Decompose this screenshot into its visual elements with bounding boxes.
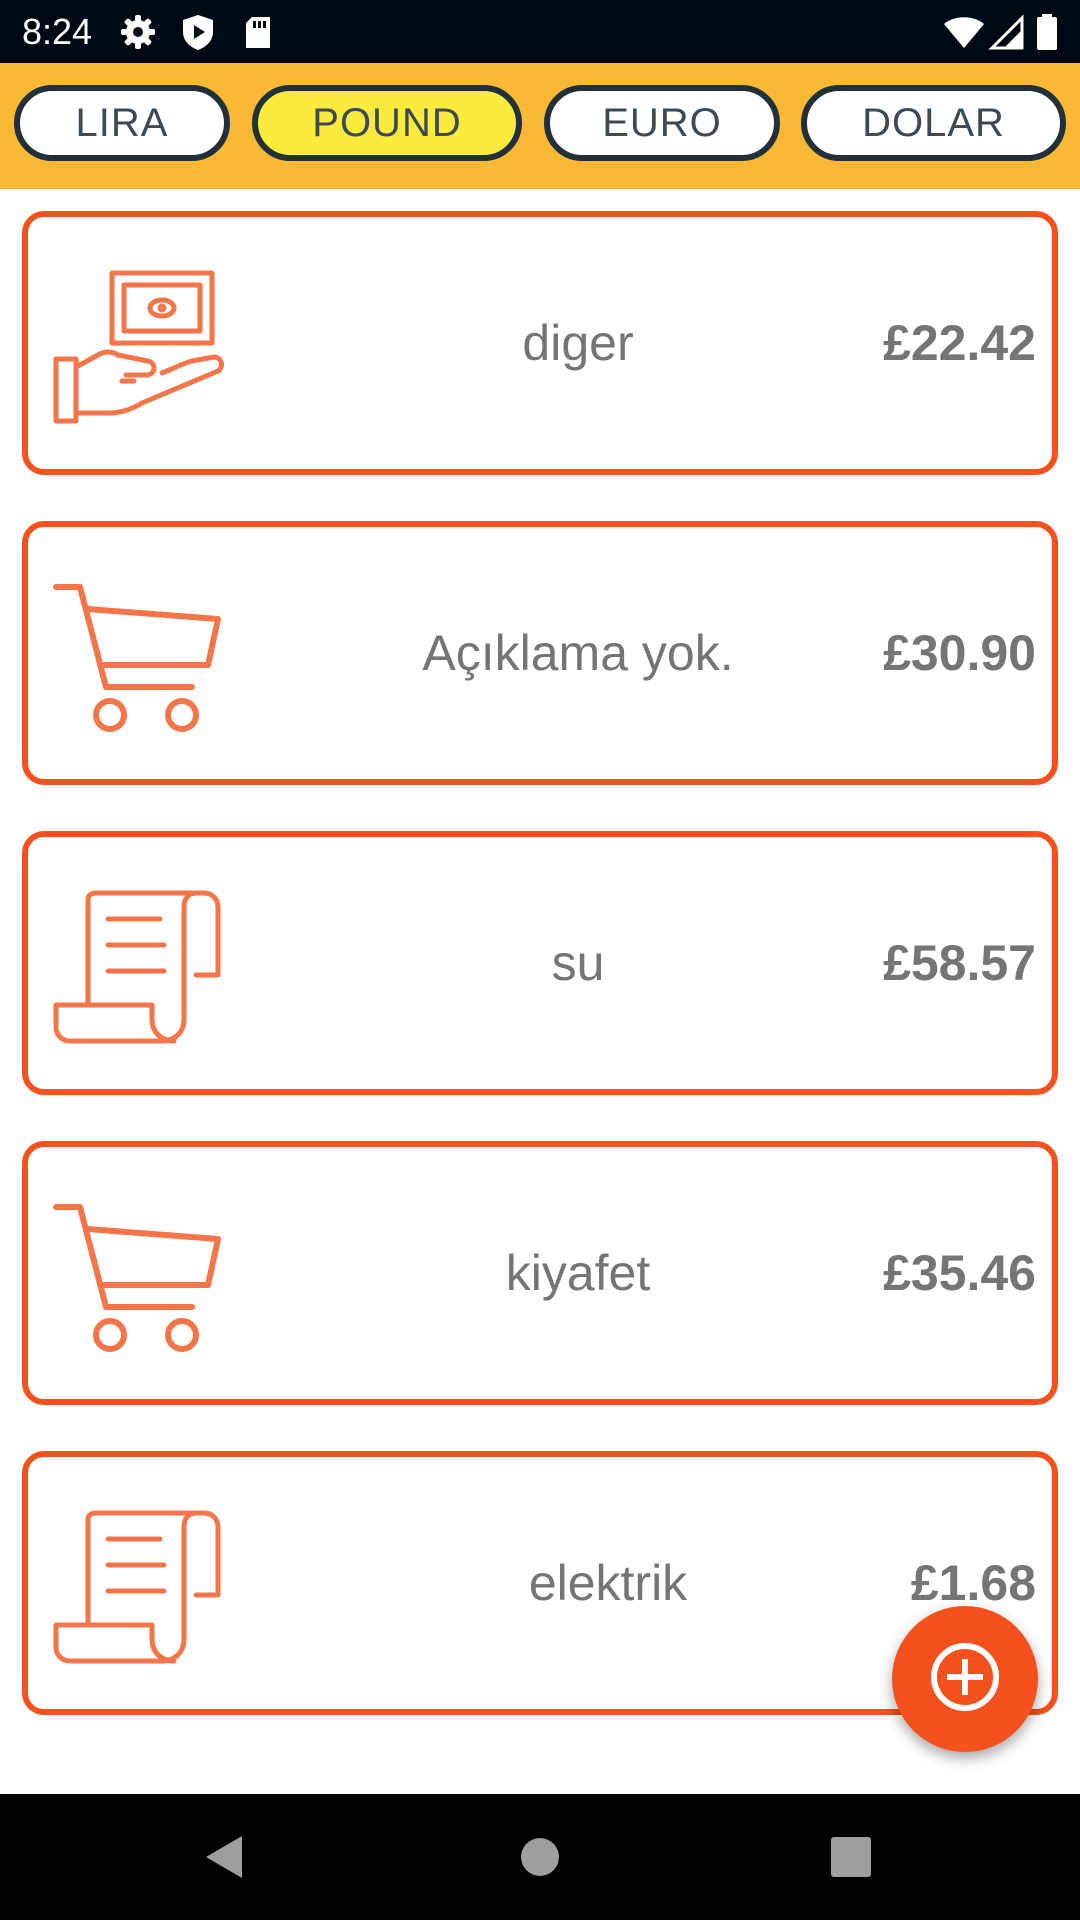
money-hand-icon (52, 269, 228, 425)
receipt-icon (52, 889, 228, 1045)
expense-amount: £35.46 (883, 1245, 1036, 1301)
expense-amount: £58.57 (883, 935, 1036, 991)
expense-amount: £30.90 (883, 625, 1036, 681)
wifi-icon (942, 12, 986, 52)
expense-amount: £22.42 (883, 315, 1036, 371)
navigation-bar (0, 1794, 1080, 1920)
shopping-cart-icon (52, 579, 228, 735)
expense-item[interactable]: diger £22.42 (22, 211, 1058, 475)
tab-label: LIRA (75, 100, 169, 145)
expense-item[interactable]: su £58.57 (22, 831, 1058, 1095)
tab-lira[interactable]: LIRA (14, 85, 230, 161)
tab-label: EURO (602, 100, 722, 145)
back-icon[interactable] (190, 1822, 260, 1892)
screen: 8:24 LIRA POUND EURO DOLAR diger £22.42 … (0, 0, 1080, 1920)
tab-dolar[interactable]: DOLAR (801, 85, 1066, 161)
shield-play-icon (178, 12, 218, 52)
battery-icon (1034, 12, 1060, 52)
gear-icon (118, 12, 158, 52)
sd-card-icon (238, 12, 278, 52)
expense-description: Açıklama yok. (422, 625, 734, 681)
expense-description: su (551, 935, 605, 991)
tab-euro[interactable]: EURO (544, 85, 780, 161)
status-time: 8:24 (22, 11, 93, 52)
expense-item[interactable]: kiyafet £35.46 (22, 1141, 1058, 1405)
add-circle-icon (929, 1641, 1001, 1718)
shopping-cart-icon (52, 1199, 228, 1355)
tab-label: DOLAR (862, 100, 1005, 145)
expense-description: elektrik (528, 1555, 688, 1611)
expense-description: kiyafet (505, 1245, 651, 1301)
status-bar: 8:24 (0, 0, 1080, 63)
add-expense-button[interactable] (892, 1606, 1038, 1752)
recents-icon[interactable] (816, 1822, 886, 1892)
home-icon[interactable] (505, 1822, 575, 1892)
expense-description: diger (522, 315, 634, 371)
currency-tab-bar: LIRA POUND EURO DOLAR (0, 63, 1080, 189)
cell-signal-icon (988, 12, 1028, 52)
tab-label: POUND (312, 100, 462, 145)
receipt-icon (52, 1509, 228, 1665)
expense-item[interactable]: Açıklama yok. £30.90 (22, 521, 1058, 785)
tab-pound[interactable]: POUND (252, 85, 522, 161)
